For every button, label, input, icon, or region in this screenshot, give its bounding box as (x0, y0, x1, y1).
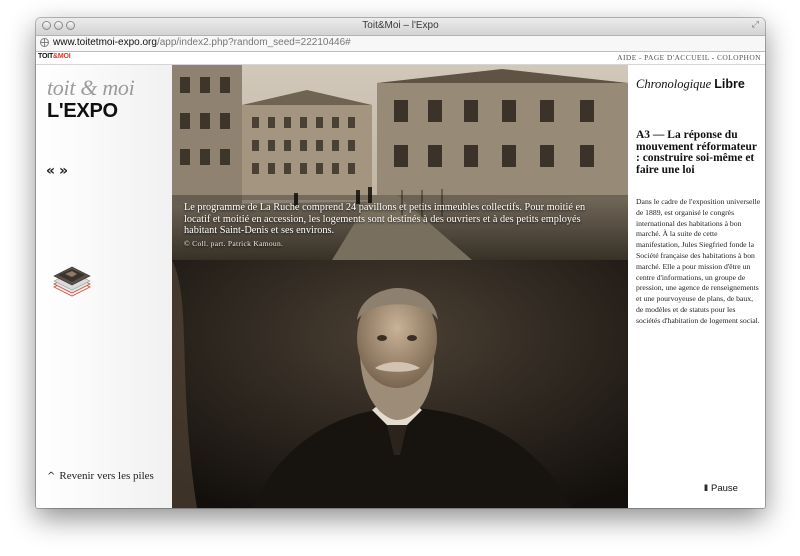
pause-icon: II (704, 483, 708, 493)
brand-title[interactable]: L'EXPO (47, 100, 118, 123)
url-text[interactable]: www.toitetmoi-expo.org/app/index2.php?ra… (53, 37, 351, 48)
photo-caption: Le programme de La Ruche comprend 24 pav… (184, 202, 586, 236)
back-link-label: Revenir vers les piles (59, 470, 154, 482)
left-panel: toit & moi L'EXPO «» ^ Revenir vers les p… (36, 65, 172, 508)
item-navigation: «» (46, 163, 72, 179)
browser-window: Toit&Moi – l'Expo ⤢ www.toitetmoi-expo.o… (36, 18, 765, 508)
pause-button[interactable]: II Pause (704, 483, 738, 494)
previous-button[interactable]: « (46, 163, 55, 179)
brand-subtitle: toit & moi (47, 75, 135, 100)
photo-portrait (172, 260, 628, 508)
photo-la-ruche: Le programme de La Ruche comprend 24 pav… (172, 65, 628, 260)
globe-icon (40, 38, 49, 47)
nav-link-colophon[interactable]: COLOPHON (717, 53, 761, 62)
mode-switch: Chronologique Libre (636, 77, 745, 92)
photo-credit: © Coll. part. Patrick Kamoun. (184, 239, 284, 248)
back-to-stacks-link[interactable]: ^ Revenir vers les piles (47, 470, 154, 483)
nav-link-accueil[interactable]: PAGE D'ACCUEIL (644, 53, 709, 62)
article-title: A3 — La réponse du mouvement réformateur… (636, 129, 757, 176)
site-nav: AIDE - PAGE D'ACCUEIL - COLOPHON (617, 53, 761, 62)
mode-chronologique[interactable]: Chronologique (636, 77, 711, 91)
article-body: Dans le cadre de l'exposition universell… (636, 197, 761, 325)
portrait-illustration (172, 260, 628, 508)
address-bar[interactable]: www.toitetmoi-expo.org/app/index2.php?ra… (36, 36, 765, 52)
title-bar: Toit&Moi – l'Expo ⤢ (36, 18, 765, 36)
fullscreen-icon[interactable]: ⤢ (752, 20, 759, 30)
nav-link-aide[interactable]: AIDE (617, 53, 637, 62)
chevron-up-icon: ^ (47, 471, 56, 482)
site-header: TOIT&MOI AIDE - PAGE D'ACCUEIL - COLOPHO… (36, 52, 765, 65)
window-title: Toit&Moi – l'Expo (362, 20, 439, 31)
stack-thumbnail-icon[interactable] (50, 257, 94, 299)
mode-libre[interactable]: Libre (714, 77, 745, 91)
next-button[interactable]: » (59, 163, 68, 179)
site-logo[interactable]: TOIT&MOI (38, 53, 71, 60)
pause-label: Pause (711, 483, 738, 494)
right-panel: Chronologique Libre A3 — La réponse du mo… (628, 65, 765, 508)
